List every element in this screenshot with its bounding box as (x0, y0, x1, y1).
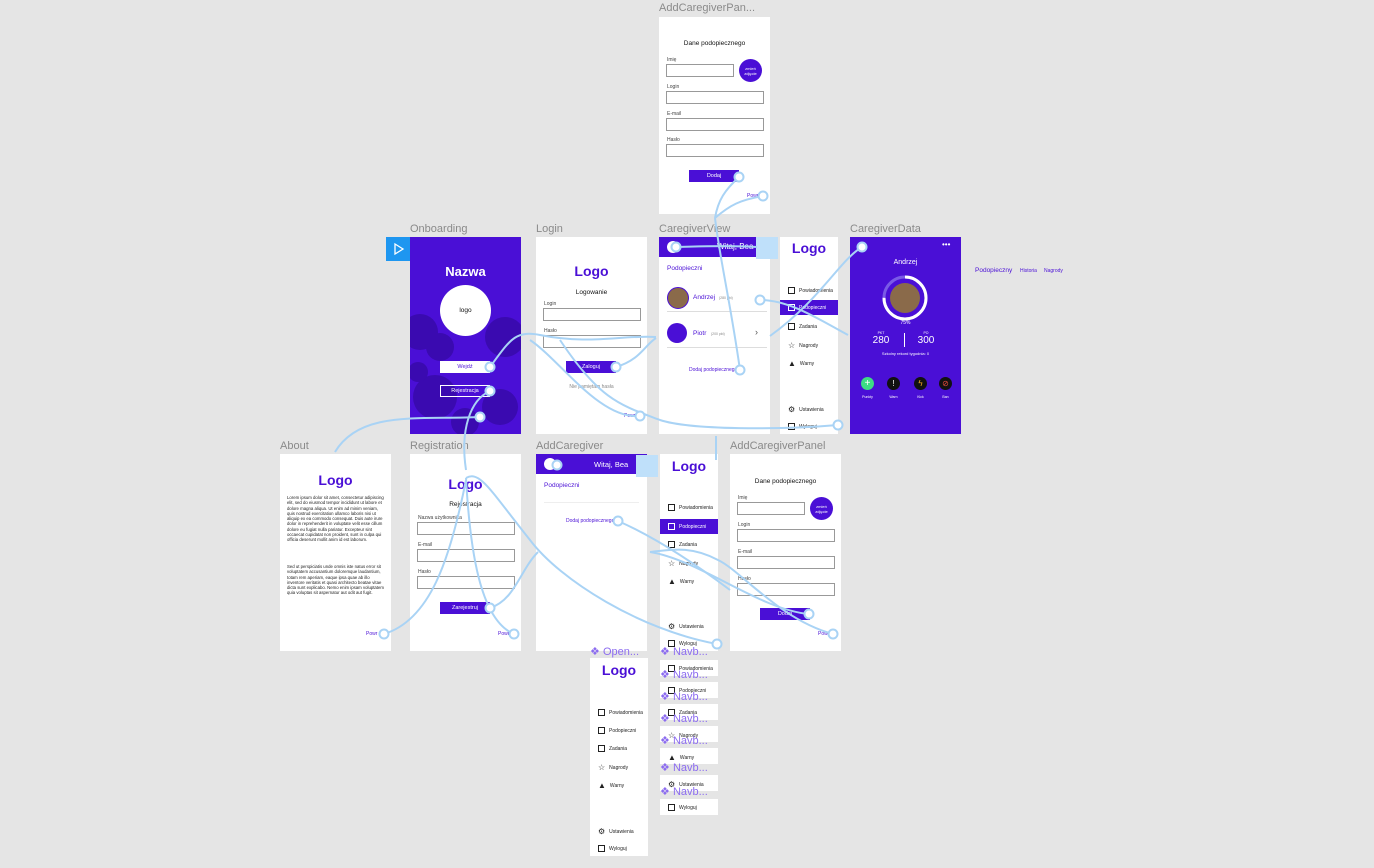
prototype-connections (334, 171, 868, 650)
